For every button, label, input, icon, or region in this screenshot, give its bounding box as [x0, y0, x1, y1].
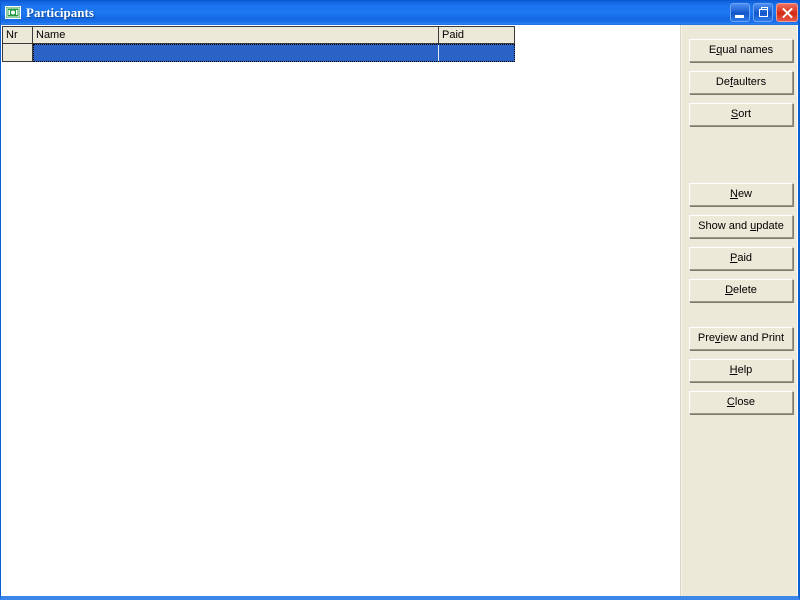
close-button[interactable] — [776, 3, 798, 22]
row-cell-name[interactable] — [34, 45, 439, 61]
restore-icon — [759, 9, 768, 17]
btn-label-delete: Delete — [725, 284, 757, 296]
restore-icon-back — [761, 7, 768, 10]
btn-label-equal-names: Equal names — [709, 44, 773, 56]
grid-header-row: Nr Name Paid — [2, 26, 515, 44]
paid-button[interactable]: Paid — [689, 247, 793, 270]
preview-and-print-button[interactable]: Preview and Print — [689, 327, 793, 350]
participants-grid[interactable]: Nr Name Paid — [2, 26, 515, 62]
defaulters-button[interactable]: Defaulters — [689, 71, 793, 94]
btn-label-close: Close — [727, 396, 755, 408]
grid-header-name[interactable]: Name — [33, 27, 439, 43]
minimize-button[interactable] — [730, 3, 750, 22]
btn-label-show-and-update: Show and update — [698, 220, 784, 232]
participants-window: Participants Nr Name Paid — [0, 0, 800, 600]
maximize-button[interactable] — [753, 3, 773, 22]
help-button[interactable]: Help — [689, 359, 793, 382]
table-row[interactable] — [2, 44, 515, 62]
btn-label-sort: Sort — [731, 108, 751, 120]
minimize-icon — [735, 15, 744, 18]
equal-names-button[interactable]: Equal names — [689, 39, 793, 62]
show-and-update-button[interactable]: Show and update — [689, 215, 793, 238]
row-selection-focus — [33, 44, 515, 62]
title-bar[interactable]: Participants — [1, 0, 798, 25]
delete-button[interactable]: Delete — [689, 279, 793, 302]
row-cell-nr[interactable] — [2, 44, 33, 62]
client-area: Nr Name Paid Equal names Defaulters Sort… — [2, 25, 797, 596]
grid-header-paid[interactable]: Paid — [439, 27, 515, 43]
action-panel: Equal names Defaulters Sort New Show and… — [681, 25, 797, 596]
btn-label-defaulters: Defaulters — [716, 76, 766, 88]
row-cell-paid[interactable] — [439, 45, 514, 61]
btn-label-paid: Paid — [730, 252, 752, 264]
close-action-button[interactable]: Close — [689, 391, 793, 414]
grid-header-nr[interactable]: Nr — [2, 27, 33, 43]
btn-label-new: New — [730, 188, 752, 200]
sort-button[interactable]: Sort — [689, 103, 793, 126]
window-title: Participants — [26, 5, 94, 21]
btn-label-help: Help — [730, 364, 753, 376]
btn-label-preview-and-print: Preview and Print — [698, 332, 784, 344]
new-button[interactable]: New — [689, 183, 793, 206]
banknote-icon — [5, 5, 21, 20]
